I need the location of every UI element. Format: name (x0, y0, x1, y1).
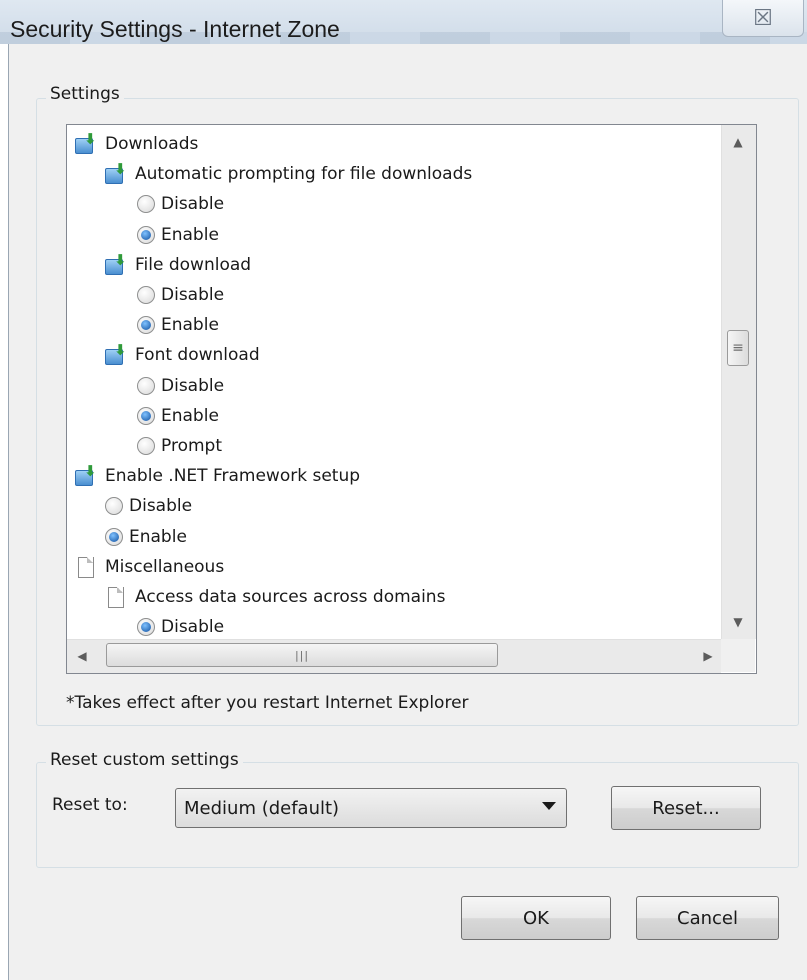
tree-item-label: Disable (161, 285, 225, 305)
tree-item-label: Font download (135, 345, 260, 366)
tree-item-label: Downloads (105, 134, 199, 154)
tree-item-label: Disable (161, 617, 225, 638)
scroll-left-arrow-icon[interactable]: ◀ (72, 645, 92, 667)
download-icon (105, 251, 129, 276)
vertical-scrollbar[interactable] (721, 125, 756, 639)
tree-item-label: Enable (129, 526, 187, 547)
grip-icon: ≡ (732, 340, 744, 356)
tree-item-label: Enable (161, 315, 219, 336)
radio-unchecked-icon[interactable] (137, 195, 155, 214)
radio-option[interactable]: Enable (105, 522, 187, 552)
reset-level-select[interactable]: Medium (default) (175, 788, 567, 828)
radio-unchecked-icon[interactable] (137, 437, 155, 455)
cancel-button-label: Cancel (677, 907, 738, 929)
horizontal-scroll-thumb[interactable]: ||| (106, 643, 498, 667)
reset-button-label: Reset... (652, 797, 720, 819)
tree-item-label: Disable (129, 496, 193, 517)
ok-button[interactable]: OK (461, 896, 611, 940)
radio-option[interactable]: Enable (137, 401, 219, 431)
tree-item: Automatic prompting for file downloads (105, 159, 472, 189)
tree-item-label: Enable .NET Framework setup (105, 466, 361, 487)
window-title: Security Settings - Internet Zone (10, 16, 340, 42)
radio-option[interactable]: Disable (105, 491, 192, 521)
tree-item-label: Disable (161, 194, 225, 215)
tree-item-label: Disable (161, 375, 225, 396)
chevron-down-icon (542, 802, 556, 810)
tree-item-label: Prompt (161, 436, 222, 456)
reset-button[interactable]: Reset... (611, 786, 761, 830)
cancel-button[interactable]: Cancel (636, 896, 779, 940)
tree-item-label: Automatic prompting for file downloads (135, 164, 473, 185)
radio-unchecked-icon[interactable] (105, 497, 123, 516)
radio-unchecked-icon[interactable] (137, 286, 155, 304)
title-bar: Security Settings - Internet Zone (0, 0, 807, 44)
radio-option[interactable]: Disable (137, 280, 224, 310)
scroll-up-arrow-icon[interactable]: ▲ (727, 132, 749, 152)
page-icon (75, 556, 99, 578)
grip-icon: ||| (294, 648, 310, 662)
restart-note: *Takes effect after you restart Internet… (66, 693, 469, 713)
tree-item: Downloads (75, 129, 198, 159)
radio-option[interactable]: Disable (137, 371, 224, 401)
tree-item-label: Miscellaneous (105, 556, 225, 577)
ok-button-label: OK (523, 907, 549, 929)
tree-item: Enable .NET Framework setup (75, 461, 360, 491)
radio-checked-icon[interactable] (137, 406, 155, 425)
reset-group-label: Reset custom settings (46, 750, 243, 770)
tree-item-label: Enable (161, 405, 219, 426)
tree-item-label: Enable (161, 224, 219, 245)
radio-option[interactable]: Enable (137, 310, 219, 340)
download-icon (75, 130, 99, 155)
radio-option[interactable]: Enable (137, 220, 219, 250)
reset-level-value: Medium (default) (184, 797, 340, 819)
radio-checked-icon[interactable] (137, 225, 155, 244)
reset-to-label: Reset to: (52, 795, 128, 815)
scrollbar-corner (721, 639, 755, 672)
close-icon: ☒ (753, 5, 773, 31)
scroll-right-arrow-icon[interactable]: ▶ (698, 645, 718, 667)
scroll-down-arrow-icon[interactable]: ▼ (727, 612, 749, 632)
vertical-scroll-thumb[interactable]: ≡ (727, 330, 749, 366)
close-button[interactable]: ☒ (722, 0, 804, 37)
radio-option[interactable]: Disable (137, 189, 224, 219)
tree-item: Access data sources across domains (105, 582, 445, 612)
tree-item-label: File download (135, 254, 252, 275)
settings-group-label: Settings (46, 84, 124, 104)
page-icon (105, 586, 129, 608)
download-icon (75, 462, 99, 487)
download-icon (105, 160, 129, 185)
radio-checked-icon[interactable] (105, 527, 123, 546)
tree-item: Miscellaneous (75, 552, 224, 582)
radio-checked-icon[interactable] (137, 316, 155, 335)
settings-tree[interactable]: Downloads Automatic prompting for file do… (66, 124, 757, 674)
radio-unchecked-icon[interactable] (137, 376, 155, 395)
tree-item-label: Access data sources across domains (135, 587, 446, 607)
radio-option[interactable]: Prompt (137, 431, 222, 461)
download-icon (105, 341, 129, 366)
tree-item: File download (105, 250, 251, 280)
radio-checked-icon[interactable] (137, 618, 155, 637)
radio-option[interactable]: Disable (137, 612, 224, 642)
tree-item: Font download (105, 340, 260, 370)
